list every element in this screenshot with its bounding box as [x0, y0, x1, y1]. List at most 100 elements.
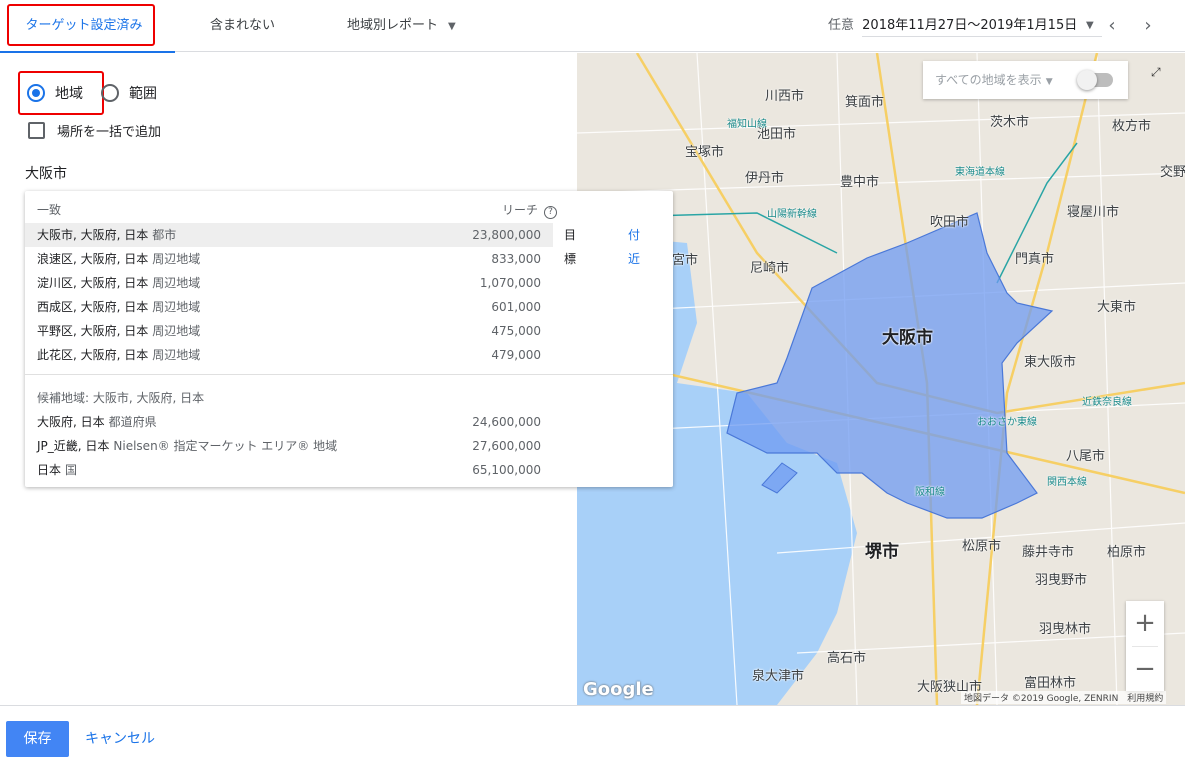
zoom-in-button[interactable]: +	[1126, 601, 1164, 646]
map-label: 泉大津市	[752, 669, 805, 684]
map-label: 吹田市	[930, 215, 970, 230]
location-type: 周辺地域	[152, 348, 201, 362]
tab-excluded[interactable]: 含まれない	[210, 0, 275, 52]
map-label: 尼崎市	[750, 261, 790, 276]
map-label: 箕面市	[845, 95, 885, 110]
reach-value: 475,000	[491, 324, 541, 338]
rail-label: 東海道本線	[955, 167, 1005, 178]
suggestion-row[interactable]: 淀川区, 大阪府, 日本 周辺地域 1,070,000	[25, 271, 673, 295]
fullscreen-icon[interactable]: ⤢	[1151, 65, 1161, 80]
map-label: 交野	[1160, 165, 1185, 180]
show-all-label: すべての地域を表示	[935, 73, 1042, 87]
toggle-knob	[1077, 70, 1097, 90]
highlight-box	[7, 4, 155, 46]
location-suggestions: 一致 リーチ? 大阪市, 大阪府, 日本 都市 23,800,000 目標 付近 …	[25, 191, 673, 487]
map-label: 東大阪市	[1024, 355, 1077, 370]
tab-location-report[interactable]: 地域別レポート ▼	[347, 0, 456, 52]
suggestions-header: 一致 リーチ?	[37, 201, 557, 219]
bulk-add-checkbox[interactable]: 場所を一括で追加	[28, 121, 161, 140]
match-header: 一致	[37, 203, 62, 217]
tab-targeted[interactable]: ターゲット設定済み	[0, 0, 175, 53]
toggle-switch[interactable]	[1077, 70, 1113, 90]
map-attribution[interactable]: 地図データ ©2019 Google, ZENRIN 利用規約	[961, 691, 1167, 704]
location-type: 周辺地域	[152, 276, 201, 290]
related-row[interactable]: JP_近畿, 日本 Nielsen® 指定マーケット エリア® 地域 27,600…	[25, 434, 673, 458]
map-label: 伊丹市	[745, 171, 785, 186]
targeting-mode-radio-group: 地域 範囲	[18, 71, 157, 115]
reach-value: 601,000	[491, 300, 541, 314]
help-icon[interactable]: ?	[544, 206, 557, 219]
rail-label: 関西本線	[1047, 477, 1087, 488]
radio-radius[interactable]: 範囲	[101, 83, 157, 103]
location-name: 淀川区, 大阪府, 日本	[37, 276, 149, 290]
zoom-out-button[interactable]: −	[1126, 647, 1164, 692]
show-all-locations-toggle[interactable]: すべての地域を表示 ▼	[923, 61, 1128, 99]
date-range-value: 2018年11月27日～2019年1月15日	[862, 16, 1103, 37]
divider	[25, 374, 673, 375]
location-name: 大阪市, 大阪府, 日本	[37, 228, 149, 242]
suggestion-row[interactable]: 大阪市, 大阪府, 日本 都市 23,800,000 目標 付近	[25, 223, 640, 266]
top-tab-bar: ターゲット設定済み 含まれない 地域別レポート ▼ 任意 2018年11月27日～…	[0, 0, 1185, 53]
map-label: 宮市	[672, 253, 699, 268]
zoom-controls: + −	[1126, 601, 1164, 691]
reach-header: リーチ?	[502, 201, 557, 219]
map-label: 羽曳林市	[1039, 622, 1092, 637]
map-label: 宝塚市	[685, 145, 725, 160]
radio-unselected-icon	[101, 84, 119, 102]
checkbox-icon	[28, 122, 45, 139]
map-label: 松原市	[962, 539, 1002, 554]
chevron-right-icon[interactable]: ›	[1136, 14, 1160, 38]
reach-value: 24,600,000	[472, 415, 541, 429]
tab-report-label: 地域別レポート	[347, 18, 439, 33]
bulk-add-label: 場所を一括で追加	[57, 125, 162, 140]
location-type: 周辺地域	[152, 324, 201, 338]
map-label: 豊中市	[840, 175, 880, 190]
location-name: JP_近畿, 日本	[37, 439, 110, 453]
reach-value: 65,100,000	[472, 463, 541, 477]
dropdown-arrow-icon: ▼	[1045, 77, 1053, 87]
reach-value: 23,800,000	[472, 228, 541, 242]
map-label: 寝屋川市	[1067, 205, 1120, 220]
save-button[interactable]: 保存	[6, 721, 69, 757]
map-label: 大東市	[1097, 300, 1137, 315]
location-type: 都道府県	[108, 415, 157, 429]
related-row[interactable]: 大阪府, 日本 都道府県 24,600,000	[25, 410, 673, 434]
location-name: 大阪府, 日本	[37, 415, 105, 429]
radio-selected-icon	[27, 84, 45, 102]
google-logo: Google	[583, 679, 654, 700]
chevron-left-icon[interactable]: ‹	[1100, 14, 1124, 38]
rail-label: 山陽新幹線	[767, 209, 817, 220]
suggestion-row[interactable]: 此花区, 大阪府, 日本 周辺地域 479,000	[25, 343, 673, 367]
rail-label: 阪和線	[915, 487, 945, 498]
map-label-osaka: 大阪市	[882, 328, 933, 348]
map-label-sakai: 堺市	[865, 542, 899, 562]
location-type: Nielsen® 指定マーケット エリア® 地域	[113, 439, 338, 453]
reach-value: 833,000	[491, 252, 541, 266]
reach-value: 1,070,000	[479, 276, 541, 290]
location-name: 浪速区, 大阪府, 日本	[37, 252, 149, 266]
suggestion-row[interactable]: 西成区, 大阪府, 日本 周辺地域 601,000	[25, 295, 673, 319]
suggestion-row[interactable]: 平野区, 大阪府, 日本 周辺地域 475,000	[25, 319, 673, 343]
location-type: 都市	[152, 228, 177, 242]
cancel-button[interactable]: キャンセル	[85, 721, 155, 757]
location-name: 此花区, 大阪府, 日本	[37, 348, 149, 362]
map-label: 茨木市	[990, 115, 1030, 130]
location-type: 国	[65, 463, 78, 477]
tab-excluded-label: 含まれない	[210, 18, 276, 33]
dropdown-arrow-icon: ▼	[1086, 20, 1094, 31]
suggestion-row[interactable]: 浪速区, 大阪府, 日本 周辺地域 833,000	[25, 247, 673, 271]
radio-radius-label: 範囲	[129, 86, 157, 102]
related-row[interactable]: 日本国 65,100,000	[25, 458, 673, 482]
reach-value: 27,600,000	[472, 439, 541, 453]
map-label: 八尾市	[1066, 449, 1106, 464]
map-label: 富田林市	[1024, 676, 1077, 691]
location-search-input[interactable]: 大阪市	[25, 163, 67, 183]
date-range-selector[interactable]: 任意 2018年11月27日～2019年1月15日 ▼	[828, 0, 1103, 52]
rail-label: 近鉄奈良線	[1082, 397, 1132, 408]
map-label: 藤井寺市	[1022, 545, 1075, 560]
rail-label: 福知山線	[727, 119, 767, 130]
map-label: 川西市	[765, 89, 805, 104]
location-name: 西成区, 大阪府, 日本	[37, 300, 149, 314]
map-label: 柏原市	[1107, 545, 1147, 560]
related-locations-header: 候補地域: 大阪市, 大阪府, 日本	[37, 391, 205, 405]
